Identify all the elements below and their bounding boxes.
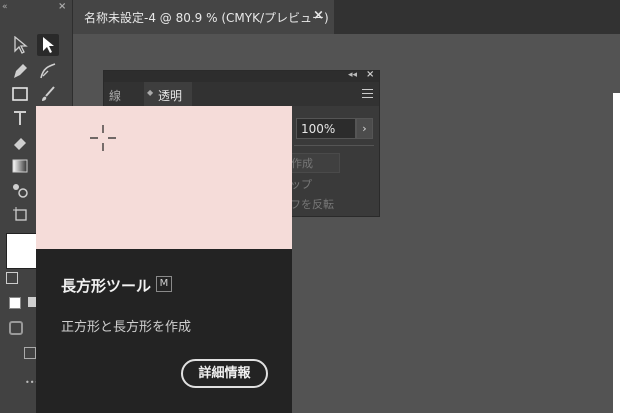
fill-color-swatch[interactable] — [6, 233, 38, 269]
artboard-tool[interactable] — [9, 203, 31, 225]
eraser-tool-icon — [14, 138, 26, 150]
panel-title-bar[interactable]: ◂◂ × — [104, 69, 379, 82]
crosshair-cursor-icon — [90, 125, 116, 151]
panel-menu-icon[interactable] — [362, 89, 373, 98]
type-tool-icon — [14, 111, 26, 125]
blend-tool[interactable] — [9, 179, 31, 201]
direct-selection-tool-icon — [43, 37, 54, 53]
document-tab-close-icon[interactable]: × — [313, 8, 324, 23]
artboard[interactable] — [613, 93, 620, 413]
direct-selection-tool[interactable] — [37, 34, 59, 56]
toolbar-close-icon[interactable]: × — [58, 1, 66, 12]
blend-tool-icon — [13, 184, 28, 198]
make-mask-button[interactable]: 作成 — [288, 153, 340, 173]
make-mask-label: 作成 — [291, 157, 313, 170]
document-tab[interactable]: 名称未設定-4 @ 80.9 % (CMYK/プレビュー) × — [73, 0, 334, 34]
opacity-value: 100% — [301, 122, 336, 136]
selection-tool-icon — [14, 36, 28, 54]
tool-tooltip: 長方形ツール M 正方形と長方形を作成 詳細情報 — [36, 106, 292, 413]
tooltip-title: 長方形ツール — [61, 277, 152, 295]
more-info-button[interactable]: 詳細情報 — [181, 359, 268, 388]
curvature-tool-icon — [40, 63, 56, 79]
gradient-tool-icon — [12, 159, 28, 173]
panel-divider — [294, 145, 374, 146]
tab-expand-icon: ◆ — [147, 88, 154, 97]
rectangle-tool-icon — [12, 87, 28, 101]
panel-collapse-icon[interactable]: ◂◂ — [348, 70, 357, 80]
tab-transparency[interactable]: ◆ 透明 — [144, 82, 192, 106]
tooltip-shortcut-badge: M — [156, 276, 172, 292]
gradient-tool[interactable] — [9, 155, 31, 177]
opacity-dropdown-button[interactable]: › — [356, 118, 373, 139]
selection-tool[interactable] — [9, 34, 31, 56]
pen-tool[interactable] — [9, 60, 31, 82]
artboard-tool-icon — [13, 207, 27, 221]
document-tab-title: 名称未設定-4 @ 80.9 % (CMYK/プレビュー) — [84, 11, 329, 25]
default-colors-icon[interactable] — [6, 272, 18, 284]
clip-option-label[interactable]: ップ — [290, 176, 312, 192]
invert-mask-label[interactable]: フを反転 — [290, 196, 334, 212]
pen-tool-icon — [14, 64, 27, 78]
opacity-input[interactable]: 100% — [296, 118, 356, 139]
draw-mode-icon[interactable] — [9, 321, 23, 335]
panel-tab-strip: 線 ◆ 透明 — [104, 82, 379, 106]
type-tool[interactable] — [9, 107, 31, 129]
toolbar-collapse-icon[interactable]: « — [2, 2, 8, 12]
paintbrush-tool-icon — [42, 86, 55, 101]
tooltip-preview — [36, 106, 292, 249]
tab-stroke[interactable]: 線 — [109, 87, 121, 104]
eraser-tool[interactable] — [9, 131, 31, 153]
curvature-tool[interactable] — [37, 60, 59, 82]
rectangle-tool[interactable] — [9, 83, 31, 105]
panel-close-icon[interactable]: × — [366, 69, 374, 80]
paintbrush-tool[interactable] — [37, 83, 59, 105]
fill-mode-icon[interactable] — [9, 297, 21, 309]
document-tab-bar: 名称未設定-4 @ 80.9 % (CMYK/プレビュー) × — [72, 0, 620, 34]
screen-mode-icon[interactable] — [24, 347, 36, 359]
tooltip-description: 正方形と長方形を作成 — [61, 320, 192, 335]
tab-transparency-label: 透明 — [158, 89, 183, 103]
